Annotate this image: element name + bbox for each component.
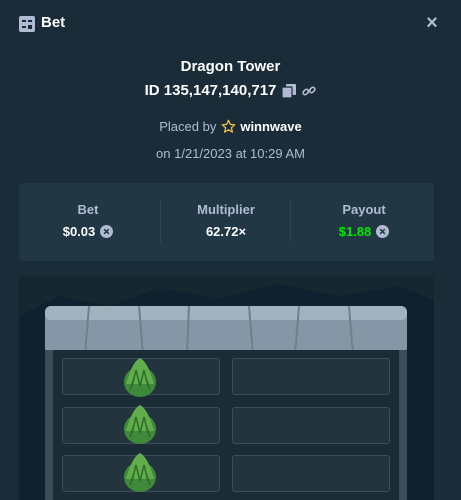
bet-label: Bet	[77, 202, 99, 217]
payout-label: Payout	[342, 202, 386, 217]
modal-title: Bet	[41, 14, 66, 31]
placed-by-row: Placed by winnwave	[0, 119, 461, 134]
payout-value: $1.88	[338, 224, 372, 239]
star-icon	[221, 119, 236, 133]
game-name[interactable]: Dragon Tower	[0, 58, 461, 75]
bet-id: ID 135,147,140,717	[144, 82, 277, 99]
tower-row	[62, 455, 404, 492]
bet-value: $0.03	[62, 224, 96, 239]
dragon-egg-icon	[124, 405, 156, 444]
tower-tile	[232, 407, 390, 444]
multiplier-value: 62.72×	[205, 224, 247, 239]
dragon-egg-icon	[124, 358, 156, 397]
currency-icon	[100, 225, 114, 238]
tower-tile	[232, 455, 390, 492]
multiplier-value-row: 62.72×	[157, 224, 295, 239]
dragon-tower-board	[19, 276, 434, 500]
tower-tile	[232, 358, 390, 395]
close-button[interactable]: ×	[423, 12, 441, 34]
dragon-egg-icon	[124, 453, 156, 492]
modal-header: Bet ×	[0, 0, 461, 48]
payout-stat: Payout $1.88	[295, 183, 433, 261]
payout-value-row: $1.88	[295, 224, 433, 239]
copy-icon[interactable]	[282, 83, 297, 98]
username-link[interactable]: winnwave	[240, 119, 301, 134]
multiplier-stat: Multiplier 62.72×	[157, 183, 295, 261]
tower-row	[62, 407, 404, 444]
bet-value-row: $0.03	[19, 224, 157, 239]
stat-divider	[290, 201, 291, 243]
link-icon[interactable]	[302, 84, 317, 98]
multiplier-label: Multiplier	[197, 202, 255, 217]
tower-row	[62, 358, 404, 395]
bet-stat: Bet $0.03	[19, 183, 157, 261]
bet-stats-panel: Bet $0.03 Multiplier 62.72× Payout $1.88	[19, 183, 434, 261]
bet-date: on 1/21/2023 at 10:29 AM	[156, 146, 305, 161]
bet-slip-icon	[19, 16, 35, 32]
bet-id-row: ID 135,147,140,717	[0, 82, 461, 99]
placed-by-label: Placed by	[159, 119, 217, 134]
currency-icon	[376, 225, 390, 238]
